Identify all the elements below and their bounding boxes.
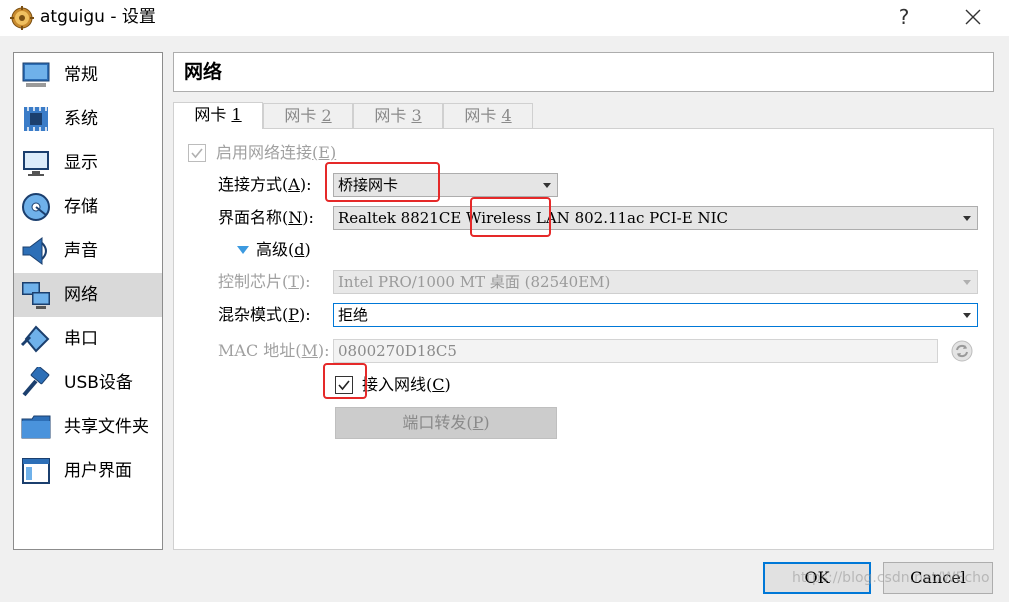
close-icon [965, 9, 981, 25]
shortcut-key: P [472, 413, 484, 432]
tab-label: 网卡 [464, 106, 502, 125]
cable-connected-checkbox[interactable] [335, 376, 353, 394]
label-text: 高级 [256, 240, 289, 259]
gear-app-icon [10, 6, 34, 30]
sidebar-item-usb[interactable]: USB设备 [14, 361, 162, 405]
chevron-down-icon [963, 216, 971, 221]
sidebar-item-label: 常规 [64, 65, 98, 85]
select-value: 拒绝 [338, 306, 369, 324]
label-text: 混杂模式 [218, 305, 283, 324]
promiscuous-mode-label: 混杂模式(P): [218, 305, 311, 324]
label-text: MAC 地址 [218, 341, 296, 360]
tab-label: 网卡 [194, 105, 232, 124]
tab-number: 2 [321, 106, 332, 125]
sidebar-item-display[interactable]: 显示 [14, 141, 162, 185]
sidebar-item-label: 网络 [64, 285, 98, 305]
sidebar-item-label: 存储 [64, 197, 98, 217]
sidebar-item-label: 系统 [64, 109, 98, 129]
interface-name-label: 界面名称(N): [218, 208, 314, 227]
port-forwarding-button[interactable]: 端口转发(P) [335, 407, 557, 439]
close-button[interactable] [950, 0, 996, 34]
button-label: 端口转发 [402, 413, 467, 432]
label-text: 界面名称 [218, 208, 283, 227]
shortcut-key: (E) [312, 143, 337, 162]
sidebar-item-serial[interactable]: 串口 [14, 317, 162, 361]
tab-adapter-2[interactable]: 网卡 2 [263, 103, 353, 129]
ui-window-icon [22, 458, 50, 484]
label-text: 连接方式 [218, 175, 283, 194]
label-text: 启用网络连接 [216, 143, 313, 162]
shortcut-key: M [301, 341, 318, 360]
attached-to-label: 连接方式(A): [218, 175, 312, 194]
enable-adapter-checkbox[interactable] [188, 144, 206, 162]
refresh-icon[interactable] [950, 339, 974, 363]
usb-icon [22, 367, 50, 397]
speaker-icon [22, 237, 47, 265]
sidebar-item-storage[interactable]: 存储 [14, 185, 162, 229]
sidebar-item-user-interface[interactable]: 用户界面 [14, 449, 162, 493]
folder-icon [21, 415, 51, 439]
label-text: 接入网线 [362, 375, 427, 394]
sidebar-item-label: USB设备 [64, 373, 133, 393]
tab-label: 网卡 [374, 106, 412, 125]
attached-to-select[interactable]: 桥接网卡 [333, 173, 558, 197]
sidebar-item-label: 显示 [64, 153, 98, 173]
check-icon [338, 380, 350, 391]
shortcut-key: P [288, 305, 300, 324]
chevron-down-icon [963, 280, 971, 285]
sidebar-item-network[interactable]: 网络 [14, 273, 162, 317]
chip-icon [24, 105, 48, 133]
help-button[interactable]: ? [884, 0, 924, 34]
select-value: 桥接网卡 [338, 176, 399, 194]
monitor-icon [22, 62, 50, 87]
watermark: https://blog.csdn.net/WEcho [792, 570, 990, 586]
expand-triangle-icon[interactable] [237, 246, 249, 254]
enable-adapter-label: 启用网络连接(E) [216, 142, 336, 164]
sidebar-item-audio[interactable]: 声音 [14, 229, 162, 273]
sidebar-item-label: 串口 [64, 329, 98, 349]
label-text: 控制芯片 [218, 272, 283, 291]
select-value: Realtek 8821CE Wireless LAN 802.11ac PCI… [338, 209, 728, 227]
advanced-toggle[interactable]: 高级(d) [256, 239, 311, 261]
shortcut-key: C [432, 375, 445, 394]
network-icon [22, 282, 50, 309]
chevron-down-icon [543, 183, 551, 188]
display-icon [23, 151, 49, 176]
shortcut-key: N [288, 208, 303, 227]
window-title: atguigu - 设置 [40, 7, 156, 27]
section-header: 网络 [173, 52, 994, 92]
shortcut-key: A [288, 175, 300, 194]
title-bar: atguigu - 设置 ? [0, 0, 1009, 36]
settings-sidebar: 常规 系统 显示 存储 声音 网络 串口 USB设备 共享文件夹 用户界面 [13, 52, 163, 550]
sidebar-item-general[interactable]: 常规 [14, 53, 162, 97]
mac-address-input[interactable]: 0800270D18C5 [333, 339, 938, 363]
shortcut-key: d [294, 240, 305, 259]
check-icon [191, 148, 203, 159]
sidebar-item-label: 用户界面 [64, 461, 132, 481]
sidebar-item-system[interactable]: 系统 [14, 97, 162, 141]
cable-connected-label: 接入网线(C) [362, 375, 451, 394]
serial-port-icon [20, 325, 50, 353]
select-value: Intel PRO/1000 MT 桌面 (82540EM) [338, 273, 611, 291]
tab-number: 3 [411, 106, 422, 125]
tab-number: 4 [501, 106, 512, 125]
sidebar-item-shared-folders[interactable]: 共享文件夹 [14, 405, 162, 449]
adapter-type-label: 控制芯片(T): [218, 272, 311, 291]
disk-icon [22, 193, 50, 221]
page-title: 网络 [184, 61, 223, 83]
tab-adapter-1[interactable]: 网卡 1 [173, 102, 263, 129]
sidebar-item-label: 声音 [64, 241, 98, 261]
tab-adapter-4[interactable]: 网卡 4 [443, 103, 533, 129]
shortcut-key: T [288, 272, 299, 291]
adapter-type-select[interactable]: Intel PRO/1000 MT 桌面 (82540EM) [333, 270, 978, 294]
tab-number: 1 [231, 105, 242, 124]
mac-address-label: MAC 地址(M): [218, 341, 330, 360]
tab-label: 网卡 [284, 106, 322, 125]
sidebar-item-label: 共享文件夹 [64, 417, 149, 437]
tab-adapter-3[interactable]: 网卡 3 [353, 103, 443, 129]
promiscuous-mode-select[interactable]: 拒绝 [333, 303, 978, 327]
chevron-down-icon [963, 313, 971, 318]
interface-name-select[interactable]: Realtek 8821CE Wireless LAN 802.11ac PCI… [333, 206, 978, 230]
